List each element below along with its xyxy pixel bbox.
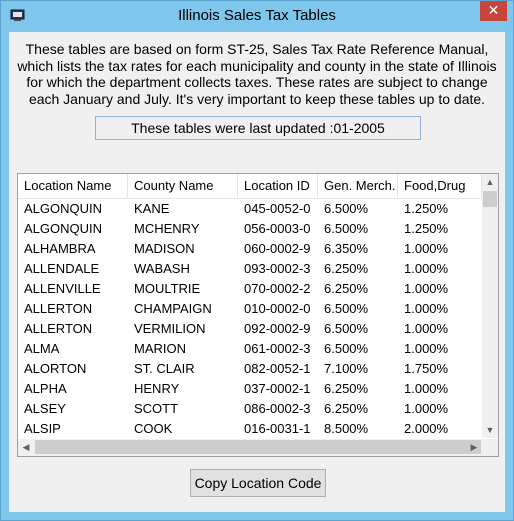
- food-drug-cell: 1.000%: [404, 321, 449, 336]
- county-cell: MOULTRIE: [134, 281, 201, 296]
- location-cell: ALLENDALE: [24, 261, 100, 276]
- county-cell: HENRY: [134, 381, 180, 396]
- gen-merch-cell: 7.100%: [324, 361, 369, 376]
- location-id-cell: 016-0031-1: [244, 421, 311, 436]
- location-id-cell: 093-0002-3: [244, 261, 311, 276]
- location-id-cell: 092-0002-9: [244, 321, 311, 336]
- location-cell: ALORTON: [24, 361, 87, 376]
- table-row[interactable]: ALLERTON CHAMPAIGN 010-0002-0 6.500% 1.000%: [18, 299, 482, 319]
- food-drug-cell: 1.000%: [404, 261, 449, 276]
- close-button[interactable]: ✕: [480, 1, 507, 21]
- county-cell: WABASH: [134, 261, 190, 276]
- table-row[interactable]: ALSIP COOK 016-0031-1 8.500% 2.000%: [18, 419, 482, 439]
- county-cell: CHAMPAIGN: [134, 301, 212, 316]
- county-cell: MCHENRY: [134, 221, 200, 236]
- gen-merch-cell: 6.500%: [324, 341, 369, 356]
- table-row[interactable]: ALMA MARION 061-0002-3 6.500% 1.000%: [18, 339, 482, 359]
- county-cell: MADISON: [134, 241, 195, 256]
- scroll-left-icon[interactable]: ◀: [18, 439, 34, 456]
- location-id-cell: 070-0002-2: [244, 281, 311, 296]
- scroll-down-icon[interactable]: ▼: [482, 422, 498, 438]
- food-drug-cell: 1.000%: [404, 281, 449, 296]
- location-cell: ALLERTON: [24, 321, 93, 336]
- vertical-scrollbar[interactable]: ▲ ▼: [482, 174, 498, 438]
- horizontal-scrollbar[interactable]: ◀ ▶: [18, 439, 482, 456]
- gen-merch-cell: 6.500%: [324, 301, 369, 316]
- location-cell: ALGONQUIN: [24, 221, 103, 236]
- location-id-cell: 082-0052-1: [244, 361, 311, 376]
- scrollbar-corner: [482, 439, 498, 456]
- county-cell: KANE: [134, 201, 170, 216]
- county-cell: COOK: [134, 421, 173, 436]
- food-drug-cell: 1.250%: [404, 221, 449, 236]
- app-window: Illinois Sales Tax Tables ✕ These tables…: [0, 0, 514, 521]
- location-id-cell: 010-0002-0: [244, 301, 311, 316]
- gen-merch-cell: 6.350%: [324, 241, 369, 256]
- location-cell: ALPHA: [24, 381, 67, 396]
- food-drug-cell: 1.000%: [404, 381, 449, 396]
- location-id-cell: 037-0002-1: [244, 381, 311, 396]
- location-cell: ALMA: [24, 341, 60, 356]
- food-drug-cell: 1.000%: [404, 401, 449, 416]
- food-drug-cell: 1.000%: [404, 341, 449, 356]
- table-body: ALGONQUIN KANE 045-0052-0 6.500% 1.250% ALGON…: [18, 199, 482, 439]
- horizontal-scroll-thumb[interactable]: [35, 440, 481, 454]
- last-updated-label: These tables were last updated :01-2005: [95, 116, 421, 140]
- food-drug-cell: 1.000%: [404, 301, 449, 316]
- table-row[interactable]: ALSEY SCOTT 086-0002-3 6.250% 1.000%: [18, 399, 482, 419]
- gen-merch-cell: 6.250%: [324, 261, 369, 276]
- table-row[interactable]: ALORTON ST. CLAIR 082-0052-1 7.100% 1.750%: [18, 359, 482, 379]
- location-id-cell: 061-0002-3: [244, 341, 311, 356]
- location-id-cell: 045-0052-0: [244, 201, 311, 216]
- food-drug-cell: 1.750%: [404, 361, 449, 376]
- location-id-cell: 056-0003-0: [244, 221, 311, 236]
- table-header: Location Name County Name Location ID Ge…: [18, 174, 482, 199]
- food-drug-cell: 2.000%: [404, 421, 449, 436]
- column-header-food-drug[interactable]: Food,Drug: [398, 174, 482, 198]
- table-row[interactable]: ALGONQUIN MCHENRY 056-0003-0 6.500% 1.250%: [18, 219, 482, 239]
- gen-merch-cell: 6.500%: [324, 221, 369, 236]
- location-cell: ALSIP: [24, 421, 61, 436]
- title-bar[interactable]: Illinois Sales Tax Tables ✕: [1, 1, 513, 31]
- location-id-cell: 060-0002-9: [244, 241, 311, 256]
- vertical-scroll-thumb[interactable]: [483, 191, 497, 207]
- location-cell: ALLERTON: [24, 301, 93, 316]
- description-text: These tables are based on form ST-25, Sa…: [17, 41, 497, 107]
- copy-location-code-button[interactable]: Copy Location Code: [190, 469, 326, 497]
- table-row[interactable]: ALLENDALE WABASH 093-0002-3 6.250% 1.000%: [18, 259, 482, 279]
- column-header-location[interactable]: Location Name: [18, 174, 128, 198]
- main-panel: These tables are based on form ST-25, Sa…: [9, 32, 505, 512]
- county-cell: ST. CLAIR: [134, 361, 195, 376]
- gen-merch-cell: 6.500%: [324, 321, 369, 336]
- food-drug-cell: 1.250%: [404, 201, 449, 216]
- location-cell: ALSEY: [24, 401, 66, 416]
- table-row[interactable]: ALPHA HENRY 037-0002-1 6.250% 1.000%: [18, 379, 482, 399]
- food-drug-cell: 1.000%: [404, 241, 449, 256]
- gen-merch-cell: 8.500%: [324, 421, 369, 436]
- county-cell: VERMILION: [134, 321, 206, 336]
- scroll-right-icon[interactable]: ▶: [466, 439, 482, 456]
- location-cell: ALLENVILLE: [24, 281, 101, 296]
- location-cell: ALHAMBRA: [24, 241, 96, 256]
- table-row[interactable]: ALGONQUIN KANE 045-0052-0 6.500% 1.250%: [18, 199, 482, 219]
- scroll-up-icon[interactable]: ▲: [482, 174, 498, 190]
- county-cell: SCOTT: [134, 401, 179, 416]
- location-cell: ALGONQUIN: [24, 201, 103, 216]
- column-header-gen-merch[interactable]: Gen. Merch.: [318, 174, 398, 198]
- tax-table[interactable]: Location Name County Name Location ID Ge…: [17, 173, 499, 457]
- column-header-county[interactable]: County Name: [128, 174, 238, 198]
- window-title: Illinois Sales Tax Tables: [178, 7, 336, 24]
- table-row[interactable]: ALLENVILLE MOULTRIE 070-0002-2 6.250% 1.000%: [18, 279, 482, 299]
- table-row[interactable]: ALHAMBRA MADISON 060-0002-9 6.350% 1.000%: [18, 239, 482, 259]
- gen-merch-cell: 6.250%: [324, 281, 369, 296]
- table-row[interactable]: ALLERTON VERMILION 092-0002-9 6.500% 1.000%: [18, 319, 482, 339]
- gen-merch-cell: 6.500%: [324, 201, 369, 216]
- location-id-cell: 086-0002-3: [244, 401, 311, 416]
- column-header-location-id[interactable]: Location ID: [238, 174, 318, 198]
- gen-merch-cell: 6.250%: [324, 401, 369, 416]
- county-cell: MARION: [134, 341, 186, 356]
- gen-merch-cell: 6.250%: [324, 381, 369, 396]
